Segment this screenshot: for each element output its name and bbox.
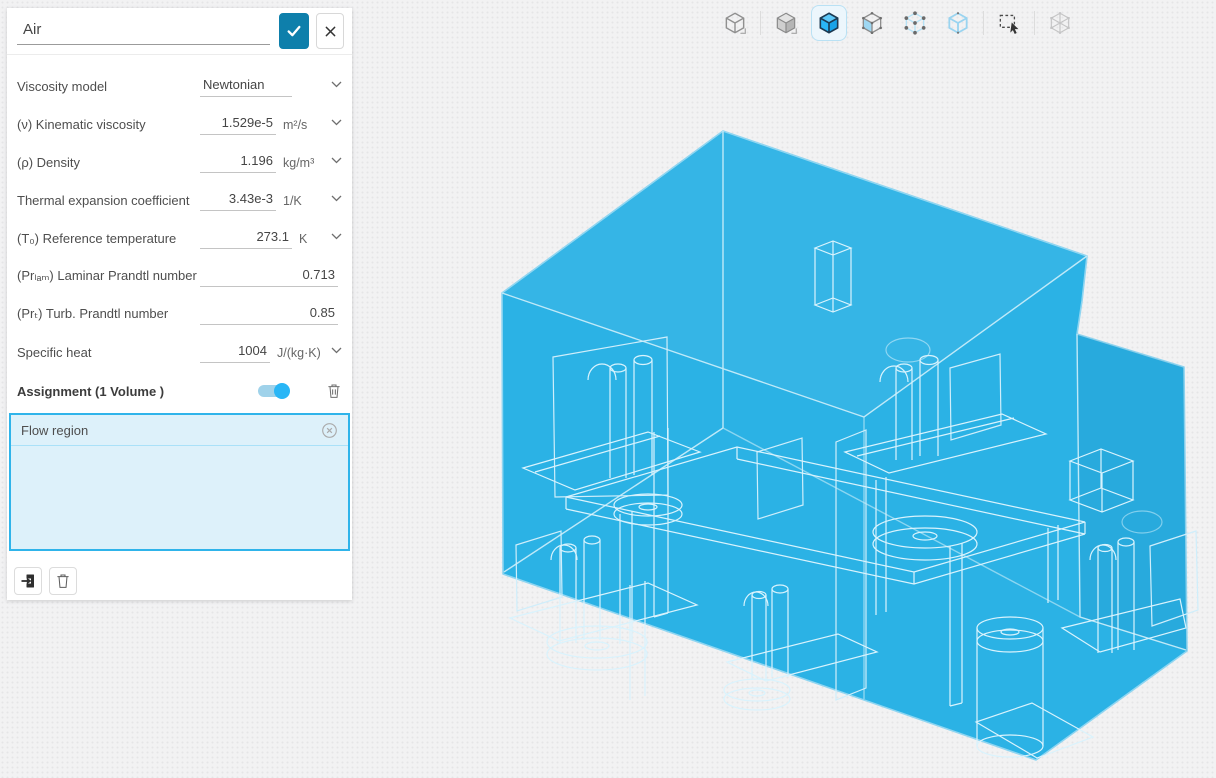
turbulent-prandtl-input[interactable]: 0.85 [200, 304, 338, 325]
toolbar-separator [760, 11, 761, 35]
cancel-button[interactable] [316, 13, 344, 49]
row-specific-heat: Specific heat 1004 J/(kg·K) [17, 333, 342, 371]
kinematic-viscosity-input[interactable]: 1.529e-5 [200, 114, 276, 135]
density-input[interactable]: 1.196 [200, 152, 276, 173]
viscosity-model-label: Viscosity model [17, 79, 200, 94]
import-button[interactable] [14, 567, 42, 595]
select-faces-button[interactable] [854, 5, 890, 41]
specific-heat-label: Specific heat [17, 345, 200, 360]
assignment-label: Assignment (1 Volume ) [17, 384, 258, 399]
density-unit: kg/m³ [283, 156, 314, 173]
remove-assignment-icon[interactable] [321, 422, 338, 439]
assignment-row: Assignment (1 Volume ) [7, 373, 352, 409]
trash-icon[interactable] [326, 382, 342, 400]
kinematic-viscosity-unit: m²/s [283, 118, 307, 135]
assignment-item-flow-region[interactable]: Flow region [11, 415, 348, 446]
row-viscosity-model: Viscosity model Newtonian [17, 67, 342, 105]
row-thermal-expansion: Thermal expansion coefficient 3.43e-3 1/… [17, 181, 342, 219]
delete-button[interactable] [49, 567, 77, 595]
import-document-icon [20, 573, 36, 589]
material-name-input[interactable]: Air [17, 18, 270, 45]
thermal-expansion-input[interactable]: 3.43e-3 [200, 190, 276, 211]
box-select-button[interactable] [991, 5, 1027, 41]
select-volumes-button[interactable] [811, 5, 847, 41]
trash-icon [55, 572, 71, 590]
chevron-down-icon[interactable] [331, 157, 342, 164]
confirm-button[interactable] [279, 13, 309, 49]
material-settings-panel: Air Viscosity model Newtonian (ν) Kinema… [7, 8, 352, 600]
render-modes-button[interactable] [768, 5, 804, 41]
select-edges-button[interactable] [940, 5, 976, 41]
turbulent-prandtl-label: (Prₜ) Turb. Prandtl number [17, 306, 200, 322]
chevron-down-icon[interactable] [331, 119, 342, 126]
cube-edges-blue-icon [945, 10, 971, 36]
cube-solid-blue-icon [816, 10, 842, 36]
toolbar-separator [1034, 11, 1035, 35]
row-kinematic-viscosity: (ν) Kinematic viscosity 1.529e-5 m²/s [17, 105, 342, 143]
chevron-down-icon[interactable] [331, 347, 342, 354]
reference-temperature-input[interactable]: 273.1 [200, 228, 292, 249]
chevron-down-icon[interactable] [331, 195, 342, 202]
chevron-down-icon[interactable] [331, 81, 342, 88]
select-vertices-button[interactable] [897, 5, 933, 41]
assignment-selection-list: Flow region [9, 413, 350, 551]
property-rows: Viscosity model Newtonian (ν) Kinematic … [7, 55, 352, 371]
panel-footer [7, 551, 352, 595]
cube-shaded-icon [773, 10, 799, 36]
cube-grid-icon [1047, 10, 1073, 36]
kinematic-viscosity-label: (ν) Kinematic viscosity [17, 117, 200, 132]
flow-region-body[interactable] [502, 131, 1187, 760]
toggle-knob [274, 383, 290, 399]
marquee-cursor-icon [996, 10, 1022, 36]
reference-temperature-label: (T₀) Reference temperature [17, 231, 200, 246]
reference-temperature-unit: K [299, 232, 307, 249]
assignment-toggle[interactable] [258, 385, 288, 397]
toolbar-separator [983, 11, 984, 35]
assignment-item-label: Flow region [21, 423, 321, 438]
laminar-prandtl-input[interactable]: 0.713 [200, 266, 338, 287]
specific-heat-unit: J/(kg·K) [277, 346, 321, 363]
viscosity-model-select[interactable]: Newtonian [200, 76, 292, 97]
cube-outline-icon [722, 10, 748, 36]
viewport-toolbar [717, 5, 1078, 41]
specific-heat-input[interactable]: 1004 [200, 342, 270, 363]
thermal-expansion-label: Thermal expansion coefficient [17, 193, 200, 208]
row-density: (ρ) Density 1.196 kg/m³ [17, 143, 342, 181]
row-laminar-prandtl: (Prₗₐₘ) Laminar Prandtl number 0.713 [17, 257, 342, 295]
chevron-down-icon[interactable] [331, 233, 342, 240]
thermal-expansion-unit: 1/K [283, 194, 302, 211]
panel-header: Air [7, 8, 352, 55]
cube-vertices-icon [902, 10, 928, 36]
check-icon [286, 24, 302, 38]
row-reference-temperature: (T₀) Reference temperature 273.1 K [17, 219, 342, 257]
close-icon [325, 26, 336, 37]
standard-views-button[interactable] [717, 5, 753, 41]
isolate-geometry-button [1042, 5, 1078, 41]
cube-face-highlight-icon [859, 10, 885, 36]
row-turbulent-prandtl: (Prₜ) Turb. Prandtl number 0.85 [17, 295, 342, 333]
density-label: (ρ) Density [17, 155, 200, 170]
laminar-prandtl-label: (Prₗₐₘ) Laminar Prandtl number [17, 268, 200, 284]
